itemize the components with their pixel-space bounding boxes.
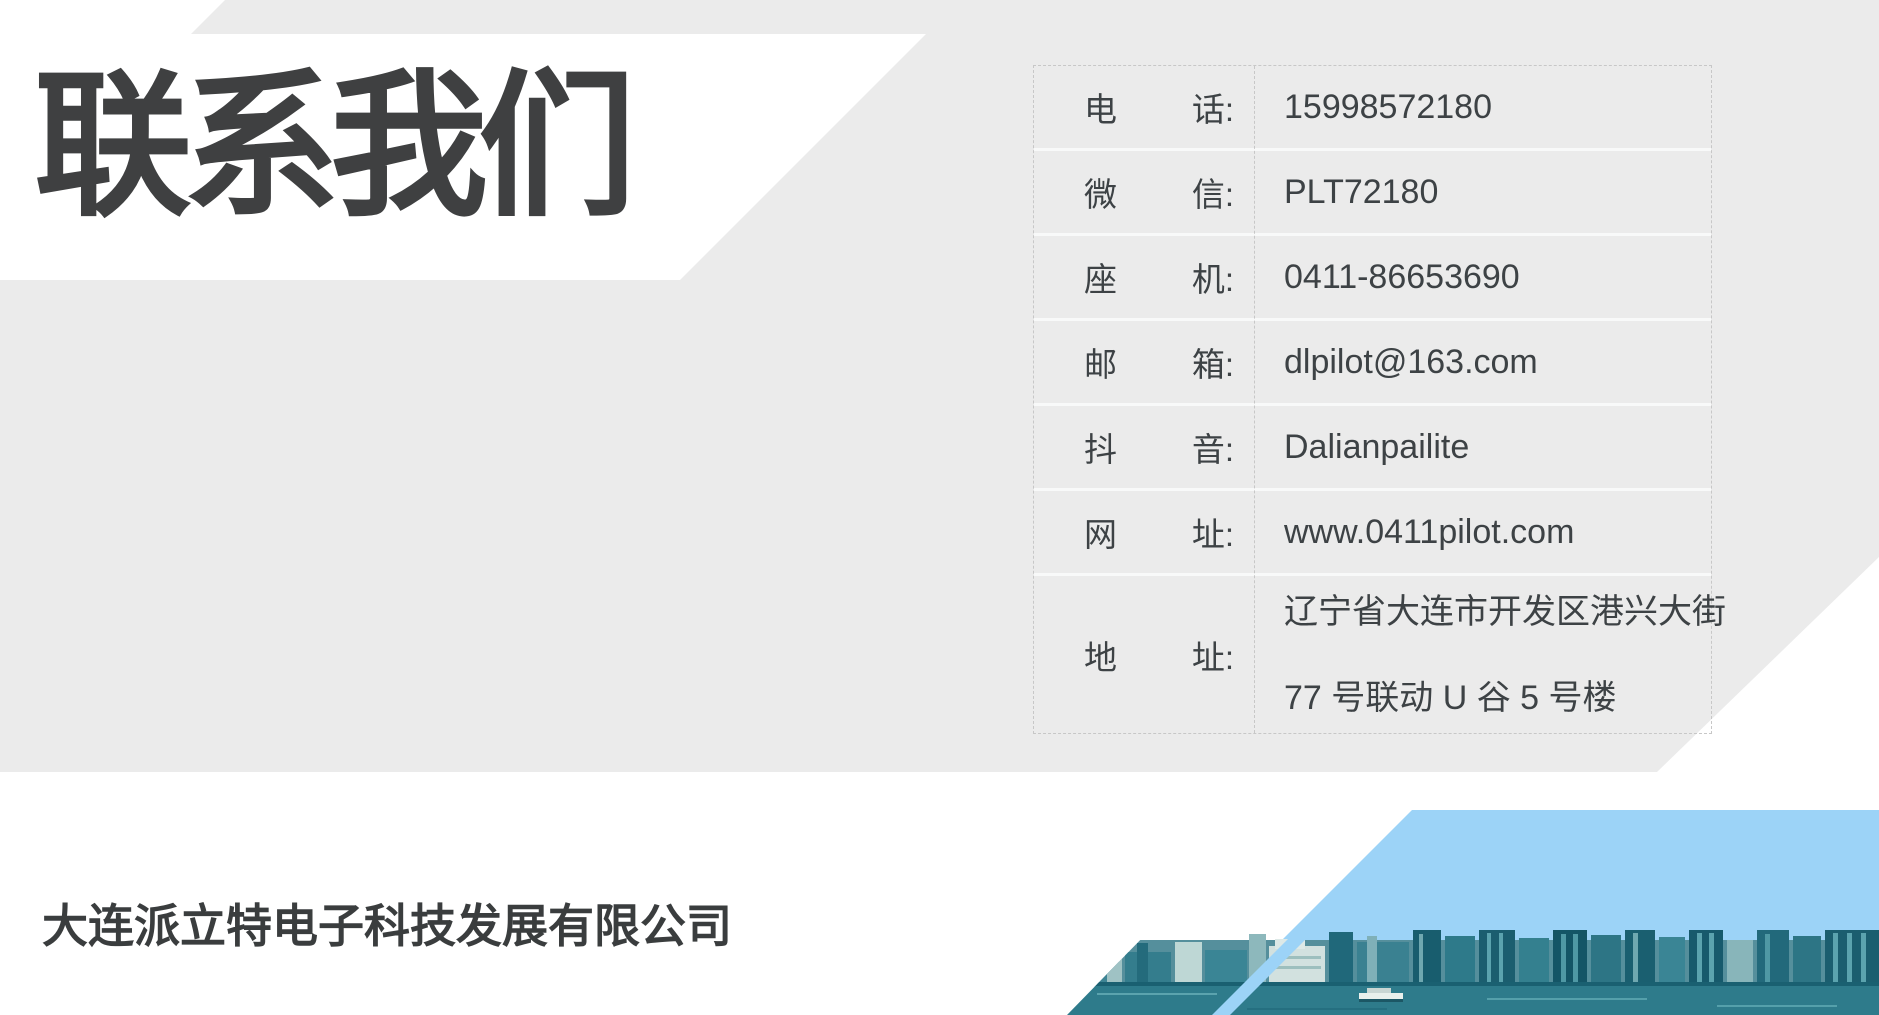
contact-row-wechat: 微 信: PLT72180 <box>1034 151 1711 236</box>
contact-label: 微 信: <box>1034 168 1254 216</box>
contact-label: 抖 音: <box>1034 423 1254 471</box>
contact-value-douyin: Dalianpailite <box>1254 428 1469 467</box>
contact-label: 邮 箱: <box>1034 338 1254 386</box>
table-column-divider <box>1254 66 1255 733</box>
contact-value-email: dlpilot@163.com <box>1254 343 1538 382</box>
slide-canvas: 联系我们 电 话: 15998572180 微 信: PLT72180 <box>0 0 1879 1015</box>
page-title: 联系我们 <box>34 52 626 242</box>
contact-value-wechat: PLT72180 <box>1254 173 1438 212</box>
contact-row-address: 地 址: 辽宁省大连市开发区港兴大街 77 号联动 U 谷 5 号楼 <box>1034 576 1711 733</box>
city-skyline-image <box>1067 930 1879 1015</box>
contact-value-address: 辽宁省大连市开发区港兴大街 77 号联动 U 谷 5 号楼 <box>1254 569 1726 741</box>
contact-row-landline: 座 机: 0411-86653690 <box>1034 236 1711 321</box>
company-name: 大连派立特电子科技发展有限公司 <box>42 890 732 956</box>
contact-row-phone: 电 话: 15998572180 <box>1034 66 1711 151</box>
contact-row-website: 网 址: www.0411pilot.com <box>1034 491 1711 576</box>
contact-label: 网 址: <box>1034 508 1254 556</box>
contact-label: 地 址: <box>1034 631 1254 679</box>
city-skyline-svg <box>1067 930 1879 1015</box>
contact-value-phone: 15998572180 <box>1254 88 1492 127</box>
contact-value-website: www.0411pilot.com <box>1254 513 1574 552</box>
contact-row-douyin: 抖 音: Dalianpailite <box>1034 406 1711 491</box>
contact-label: 座 机: <box>1034 253 1254 301</box>
contact-table: 电 话: 15998572180 微 信: PLT72180 座 机: <box>1033 65 1712 734</box>
contact-label: 电 话: <box>1034 83 1254 131</box>
contact-row-email: 邮 箱: dlpilot@163.com <box>1034 321 1711 406</box>
contact-value-landline: 0411-86653690 <box>1254 258 1520 297</box>
